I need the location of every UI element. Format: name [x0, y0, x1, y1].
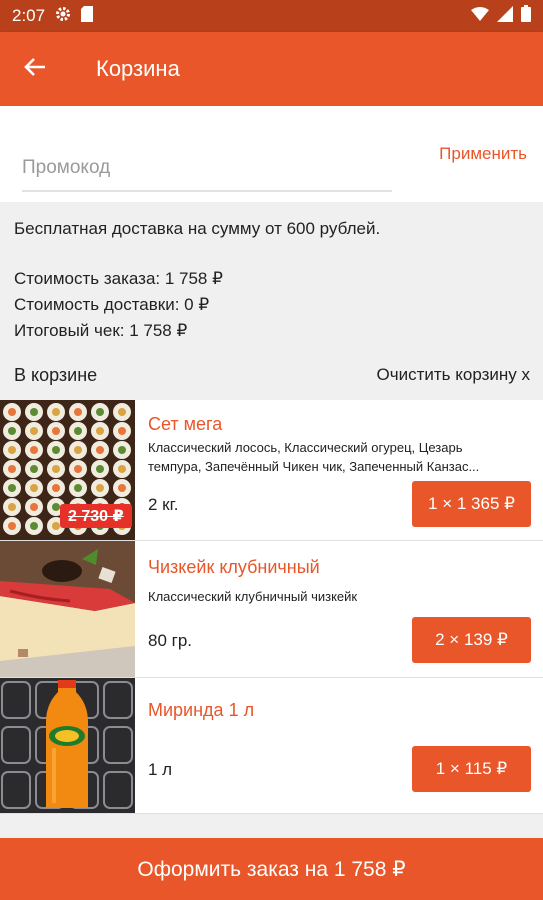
item-weight: 1 л [148, 760, 173, 779]
cheesecake-image [0, 541, 135, 677]
cart-item-set-mega[interactable]: 2 730 ₽ Сет мега Классический лосось, Кл… [0, 400, 543, 541]
old-price-badge: 2 730 ₽ [60, 504, 132, 528]
app-bar: Корзина [0, 32, 543, 106]
cart-item-cheesecake[interactable]: Чизкейк клубничный Классический клубничн… [0, 541, 543, 678]
item-name: Сет мега [148, 414, 223, 434]
battery-icon [521, 5, 531, 27]
signal-icon [497, 5, 513, 27]
order-info: Бесплатная доставка на сумму от 600 рубл… [14, 216, 529, 344]
item-description-line: Классический клубничный чизкейк [148, 589, 358, 604]
quantity-price-button[interactable]: 1 × 115 ₽ [412, 746, 531, 792]
cart-title: В корзине [14, 364, 98, 385]
item-name: Чизкейк клубничный [148, 557, 320, 577]
wifi-icon [471, 6, 489, 26]
page-title: Корзина [96, 56, 180, 81]
checkout-button[interactable]: Оформить заказ на 1 758 ₽ [0, 838, 543, 900]
cart-header: В корзине Очистить корзину x [14, 362, 530, 388]
promo-code-input[interactable] [22, 146, 392, 192]
total-cost: Итоговый чек: 1 758 ₽ [14, 321, 188, 340]
quantity-price-button[interactable]: 2 × 139 ₽ [412, 617, 531, 663]
free-delivery-note: Бесплатная доставка на сумму от 600 рубл… [14, 219, 381, 238]
item-description: Классический лосось, Классический огурец… [148, 438, 533, 476]
quantity-price-button[interactable]: 1 × 1 365 ₽ [412, 481, 531, 527]
item-description-line: Классический лосось, Классический огурец… [148, 440, 463, 455]
apply-promo-button[interactable]: Применить [439, 144, 527, 164]
clear-cart-button[interactable]: Очистить корзину x [377, 365, 530, 385]
item-description: Классический клубничный чизкейк [148, 587, 533, 606]
sushi-set-image: 2 730 ₽ [0, 400, 135, 540]
item-description-line: темпура, Запечённый Чикен чик, Запеченны… [148, 459, 480, 474]
cart-items: 2 730 ₽ Сет мега Классический лосось, Кл… [0, 400, 543, 814]
status-bar: 2:07 [0, 0, 543, 32]
mirinda-bottle-image [0, 678, 135, 813]
item-weight: 80 гр. [148, 631, 193, 650]
arrow-back-icon [24, 57, 46, 82]
item-name: Миринда 1 л [148, 700, 255, 720]
back-button[interactable] [0, 32, 70, 106]
status-time: 2:07 [12, 6, 46, 25]
sd-card-icon [81, 5, 94, 27]
item-weight: 2 кг. [148, 495, 179, 514]
delivery-cost: Стоимость доставки: 0 ₽ [14, 295, 210, 314]
promo-section: Применить [0, 106, 543, 202]
order-cost: Стоимость заказа: 1 758 ₽ [14, 269, 223, 288]
settings-icon [55, 6, 71, 27]
cart-item-mirinda[interactable]: Миринда 1 л 1 л 1 × 115 ₽ [0, 678, 543, 814]
